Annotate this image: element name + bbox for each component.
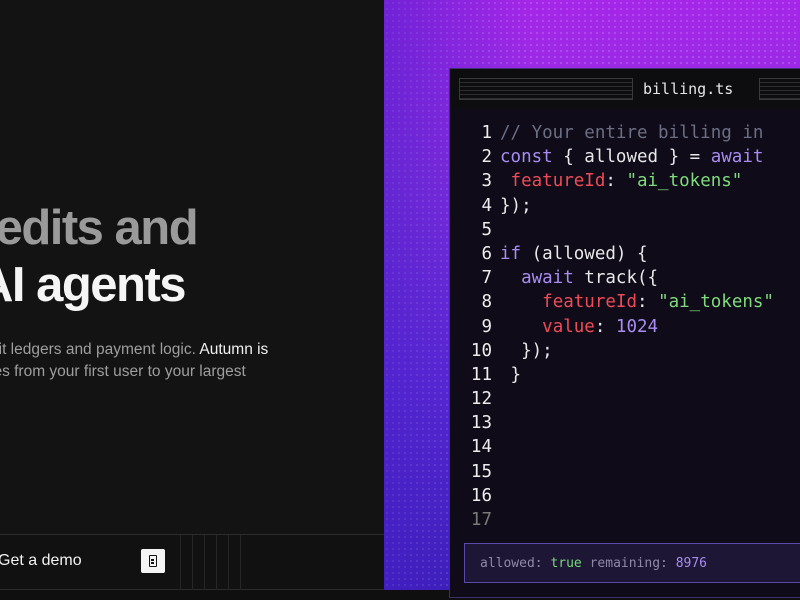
description-line-2: les from your first user to your largest [0, 363, 246, 380]
code-line: 8 featureId: "ai_tokens" [450, 290, 800, 314]
line-number: 14 [470, 437, 492, 458]
remaining-value: 8976 [675, 556, 708, 571]
code-line: 7 await track({ [450, 266, 800, 290]
hero-headline: redits and AI agents [0, 200, 199, 314]
headline-line-1: redits and [0, 201, 199, 255]
code-line: 15 [450, 460, 800, 484]
file-tab-title[interactable]: billing.ts [643, 80, 733, 98]
description-line-1: dit ledgers and payment logic. Autumn is [0, 341, 269, 358]
code-line: 16 [450, 484, 800, 508]
line-number: 5 [481, 219, 492, 240]
allowed-value: true [550, 556, 582, 571]
code-text: }); [500, 340, 553, 361]
line-number: 15 [470, 461, 492, 482]
headline-line-2: AI agents [0, 258, 187, 312]
line-number: 1 [481, 123, 492, 143]
decorative-stripes [180, 535, 252, 591]
line-number: 9 [481, 316, 492, 337]
code-line: 12 [450, 387, 800, 411]
code-line: 3 featureId: "ai_tokens" [450, 169, 800, 193]
code-text: // Your entire billing in [500, 123, 764, 143]
line-number: 3 [481, 171, 492, 192]
line-number: 17 [470, 510, 492, 530]
code-line: 4}); [450, 194, 800, 218]
code-text: featureId: "ai_tokens" [542, 292, 774, 313]
code-text: value: 1024 [542, 316, 659, 337]
code-text: } [500, 364, 522, 385]
code-text: if (allowed) { [500, 243, 648, 264]
get-a-demo-link[interactable]: Get a demo [0, 552, 82, 570]
code-line: 2 const { allowed } = await [450, 145, 800, 169]
editor-tab-bar: billing.ts [450, 69, 800, 109]
line-number: 4 [481, 195, 492, 216]
code-line: 13 [450, 411, 800, 435]
line-number: 2 [481, 147, 492, 168]
tab-bar-decoration-left [459, 78, 633, 100]
description-highlight: Autumn is [199, 341, 269, 358]
hero-section: redits and AI agents dit ledgers and pay… [0, 0, 384, 534]
line-number: 6 [481, 243, 492, 264]
line-number: 12 [470, 389, 492, 410]
tab-bar-decoration-right [759, 78, 800, 100]
line-number: 8 [481, 292, 492, 313]
line-number: 13 [470, 413, 492, 434]
cta-bar: Get a demo [0, 534, 450, 591]
code-editor-window: billing.ts 1 // Your entire billing in 2 co… [449, 68, 800, 598]
code-line: 5 [450, 218, 800, 242]
code-text: const { allowed } = await [500, 147, 764, 168]
line-number: 16 [470, 485, 492, 506]
code-text: featureId: "ai_tokens" [510, 171, 743, 192]
line-number: 11 [470, 364, 492, 385]
line-number: 7 [481, 268, 492, 289]
hero-description: dit ledgers and payment logic. Autumn is… [0, 339, 268, 383]
code-line: 1 // Your entire billing in [450, 121, 800, 145]
code-line: 14 [450, 435, 800, 459]
result-output: allowed: true remaining: 8976 [464, 543, 800, 583]
code-text: await track({ [521, 268, 659, 289]
line-number: 10 [470, 340, 492, 361]
code-line: 11 } [450, 363, 800, 387]
code-line: 9 value: 1024 [450, 315, 800, 339]
code-line: 10 }); [450, 339, 800, 363]
code-line: 6 if (allowed) { [450, 242, 800, 266]
document-icon[interactable] [141, 549, 165, 573]
code-text: }); [500, 195, 532, 216]
code-area: 1 // Your entire billing in 2 const { allow… [450, 121, 800, 532]
code-line: 17 [450, 508, 800, 532]
